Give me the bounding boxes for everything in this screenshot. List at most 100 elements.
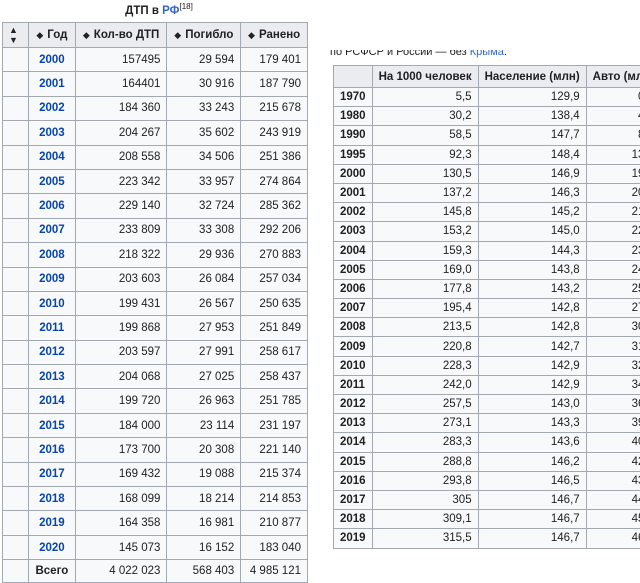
cars-cell: 36,8: [586, 395, 640, 414]
table-row: 2013273,1143,339,1: [334, 414, 640, 433]
injured-cell: 292 206: [241, 218, 308, 242]
year-cell[interactable]: 2011: [28, 316, 75, 340]
table-row: 2007233 80933 308292 206: [3, 218, 308, 242]
year-cell[interactable]: 2015: [28, 413, 75, 437]
sort-icon[interactable]: ◆: [36, 30, 43, 41]
population-cell: 146,7: [478, 529, 586, 548]
header-per-1000[interactable]: На 1000 человек: [372, 66, 478, 88]
population-cell: 146,9: [478, 164, 586, 183]
row-spacer-cell: [3, 365, 29, 389]
table-row: 2011199 86827 953251 849: [3, 316, 308, 340]
year-cell: 1970: [334, 88, 373, 107]
year-cell[interactable]: 2000: [28, 48, 75, 72]
accidents-cell: 218 322: [75, 243, 167, 267]
row-spacer-cell: [3, 438, 29, 462]
accidents-cell: 145 073: [75, 535, 167, 559]
year-cell[interactable]: 2017: [28, 462, 75, 486]
header-injured[interactable]: ◆Ранено: [241, 23, 308, 48]
year-cell[interactable]: 2004: [28, 145, 75, 169]
deaths-cell: 27 953: [167, 316, 241, 340]
table-row: 2014199 72026 963251 785: [3, 389, 308, 413]
deaths-cell: 29 594: [167, 48, 241, 72]
crimea-link[interactable]: Крыма: [470, 50, 504, 58]
per-1000-cell: 169,0: [372, 260, 478, 279]
cars-cell: 20,1: [586, 183, 640, 202]
population-cell: 142,7: [478, 337, 586, 356]
per-1000-cell: 293,8: [372, 471, 478, 490]
deaths-cell: 26 084: [167, 267, 241, 291]
year-cell[interactable]: 2007: [28, 218, 75, 242]
accidents-cell: 203 597: [75, 340, 167, 364]
year-cell[interactable]: 2018: [28, 487, 75, 511]
table-row: 200015749529 594179 401: [3, 48, 308, 72]
header-population[interactable]: Население (млн): [478, 66, 586, 88]
population-cell: 143,2: [478, 279, 586, 298]
year-cell: 2003: [334, 222, 373, 241]
per-1000-cell: 30,2: [372, 107, 478, 126]
population-cell: 147,7: [478, 126, 586, 145]
year-cell[interactable]: 2001: [28, 72, 75, 96]
accidents-cell: 203 603: [75, 267, 167, 291]
caption-link-rf[interactable]: РФ: [162, 5, 179, 17]
header-deaths[interactable]: ◆Погибло: [167, 23, 241, 48]
cars-cell: 19,2: [586, 164, 640, 183]
population-cell: 142,8: [478, 318, 586, 337]
cars-cell: 23,0: [586, 241, 640, 260]
table-row: 2016173 70020 308221 140: [3, 438, 308, 462]
year-cell: 2013: [334, 414, 373, 433]
accidents-cell: 199 868: [75, 316, 167, 340]
year-cell: 2011: [334, 375, 373, 394]
year-cell[interactable]: 2005: [28, 169, 75, 193]
year-cell[interactable]: 2010: [28, 291, 75, 315]
cars-cell: 46,3: [586, 529, 640, 548]
per-1000-cell: 228,3: [372, 356, 478, 375]
sort-column-header[interactable]: ▲▼: [3, 23, 29, 48]
year-cell: 2016: [334, 471, 373, 490]
year-cell: 2001: [334, 183, 373, 202]
year-cell[interactable]: 2019: [28, 511, 75, 535]
header-year[interactable]: ◆Год: [28, 23, 75, 48]
cut-off-note: по РСФСР и России — без Крыма.: [330, 50, 507, 60]
injured-cell: 270 883: [241, 243, 308, 267]
accidents-cell: 164 358: [75, 511, 167, 535]
sort-icon[interactable]: ▲▼: [9, 25, 18, 45]
population-cell: 146,2: [478, 452, 586, 471]
deaths-cell: 27 025: [167, 365, 241, 389]
header-accidents[interactable]: ◆Кол-во ДТП: [75, 23, 167, 48]
year-cell[interactable]: 2016: [28, 438, 75, 462]
header-cars[interactable]: Авто (млн): [586, 66, 640, 88]
table-row: 2011242,0142,934,6: [334, 375, 640, 394]
year-cell: 2008: [334, 318, 373, 337]
year-cell[interactable]: 2012: [28, 340, 75, 364]
accidents-table-header-row: ▲▼ ◆Год ◆Кол-во ДТП ◆Погибло ◆Ранено: [3, 23, 308, 48]
row-spacer-cell: [3, 194, 29, 218]
year-cell[interactable]: 2008: [28, 243, 75, 267]
year-cell[interactable]: 2002: [28, 96, 75, 120]
population-cell: 129,9: [478, 88, 586, 107]
caption-reference[interactable]: [18]: [179, 2, 192, 11]
sort-icon[interactable]: ◆: [174, 30, 181, 41]
injured-cell: 221 140: [241, 438, 308, 462]
row-spacer-cell: [3, 48, 29, 72]
year-cell: 2015: [334, 452, 373, 471]
table-row: 2003204 26735 602243 919: [3, 121, 308, 145]
year-cell[interactable]: 2020: [28, 535, 75, 559]
year-cell: 2005: [334, 260, 373, 279]
year-cell: 2006: [334, 279, 373, 298]
per-1000-cell: 137,2: [372, 183, 478, 202]
year-cell[interactable]: 2006: [28, 194, 75, 218]
year-cell[interactable]: 2013: [28, 365, 75, 389]
year-cell[interactable]: 2003: [28, 121, 75, 145]
total-row: Всего4 022 023568 4034 985 121: [3, 560, 308, 583]
sort-icon[interactable]: ◆: [83, 30, 90, 41]
table-row: 2008213,5142,830,5: [334, 318, 640, 337]
population-cell: 143,6: [478, 433, 586, 452]
year-cell[interactable]: 2009: [28, 267, 75, 291]
table-row: 2009220,8142,731,5: [334, 337, 640, 356]
accidents-cell: 204 068: [75, 365, 167, 389]
row-spacer-cell: [3, 121, 29, 145]
year-cell[interactable]: 2014: [28, 389, 75, 413]
table-row: 2015288,8146,242,2: [334, 452, 640, 471]
per-1000-cell: 130,5: [372, 164, 478, 183]
sort-icon[interactable]: ◆: [248, 30, 255, 41]
